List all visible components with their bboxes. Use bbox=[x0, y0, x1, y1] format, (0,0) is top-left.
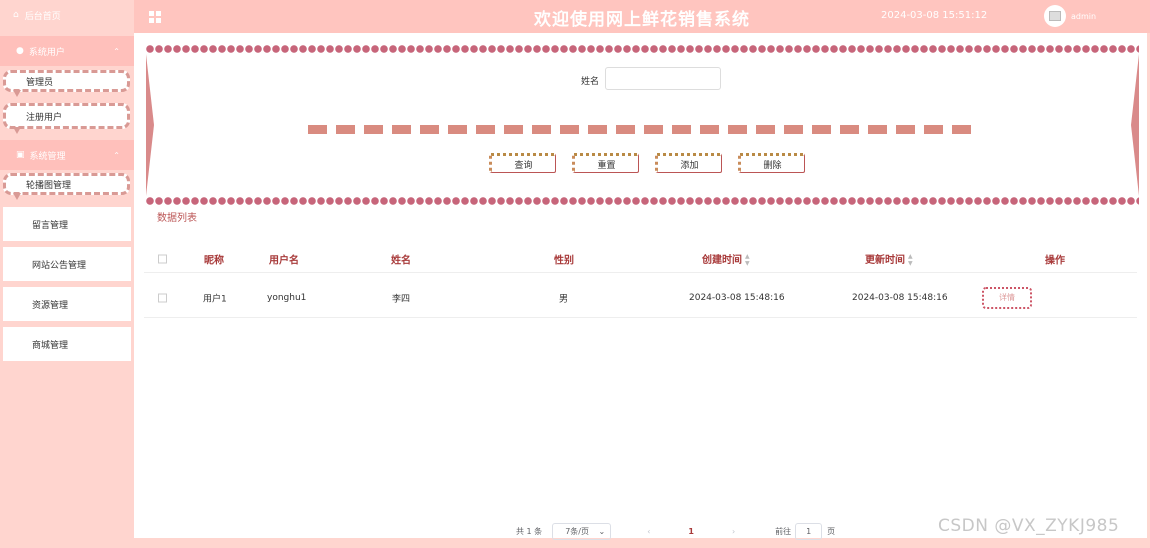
page-number-current[interactable]: 1 bbox=[688, 527, 694, 536]
sort-icon[interactable]: ▲ ▼ bbox=[908, 253, 913, 267]
sidebar-item-registered-users[interactable]: 注册用户 bbox=[3, 103, 130, 134]
decorative-border-left bbox=[146, 54, 154, 196]
header-username[interactable]: admin bbox=[1071, 12, 1096, 21]
page-size-value: 7条/页 bbox=[565, 526, 589, 536]
cell-gender: 男 bbox=[559, 294, 569, 304]
reset-button[interactable]: 重置 bbox=[572, 153, 639, 173]
sidebar-group-label: 系统用户 bbox=[28, 47, 65, 58]
row-checkbox[interactable] bbox=[158, 293, 167, 302]
sidebar-group-system-users[interactable]: ● 系统用户 ⌃ bbox=[0, 36, 134, 66]
main-content: 姓名 查询 重置 添加 删除 数据列表 昵称 用户名 姓名 性别 创建时间 ▲ ▼ … bbox=[134, 33, 1147, 540]
chevron-down-icon: ⌄ bbox=[598, 526, 606, 536]
pagination-total: 共 1 条 bbox=[516, 526, 543, 536]
search-panel: 姓名 查询 重置 添加 删除 bbox=[146, 44, 1139, 206]
page-suffix: 页 bbox=[827, 526, 836, 536]
next-page-button[interactable]: › bbox=[732, 527, 735, 536]
column-header-username: 用户名 bbox=[269, 255, 299, 266]
search-actions: 查询 重置 添加 删除 bbox=[489, 153, 805, 173]
delete-button[interactable]: 删除 bbox=[738, 153, 805, 173]
top-header: 欢迎使用网上鲜花销售系统 2024-03-08 15:51:12 admin bbox=[134, 0, 1150, 33]
header-datetime: 2024-03-08 15:51:12 bbox=[881, 10, 988, 21]
column-header-updated[interactable]: 更新时间 ▲ ▼ bbox=[865, 250, 913, 267]
add-button[interactable]: 添加 bbox=[655, 153, 722, 173]
avatar[interactable] bbox=[1044, 5, 1066, 27]
list-title: 数据列表 bbox=[157, 213, 197, 224]
name-search-input[interactable] bbox=[605, 67, 721, 90]
cell-updated: 2024-03-08 15:48:16 bbox=[852, 292, 948, 303]
prev-page-button[interactable]: ‹ bbox=[647, 527, 650, 536]
select-all-checkbox[interactable] bbox=[158, 254, 167, 263]
table-header: 昵称 用户名 姓名 性别 创建时间 ▲ ▼ 更新时间 ▲ ▼ 操作 bbox=[144, 245, 1137, 273]
decorative-border-top bbox=[146, 44, 1139, 54]
chevron-up-icon: ⌃ bbox=[113, 46, 120, 56]
table-row: 用户1 yonghu1 李四 男 2024-03-08 15:48:16 202… bbox=[144, 278, 1137, 318]
cell-created: 2024-03-08 15:48:16 bbox=[689, 292, 785, 303]
sidebar-item-label: 商城管理 bbox=[32, 340, 69, 351]
sidebar-item-label: 注册用户 bbox=[26, 112, 63, 123]
cell-name: 李四 bbox=[392, 294, 411, 304]
decorative-dash-divider bbox=[308, 125, 971, 134]
sort-icon[interactable]: ▲ ▼ bbox=[745, 253, 750, 267]
query-button[interactable]: 查询 bbox=[489, 153, 556, 173]
sidebar-item-label: 轮播图管理 bbox=[26, 180, 72, 191]
column-header-updated-label: 更新时间 bbox=[865, 254, 905, 266]
sidebar: ⌂ 后台首页 ● 系统用户 ⌃ 管理员 注册用户 ▣ 系统管理 ⌃ 轮播图管理 … bbox=[0, 0, 134, 548]
image-icon: ▣ bbox=[16, 150, 25, 160]
sidebar-item-messages[interactable]: 留言管理 bbox=[3, 207, 131, 241]
sidebar-group-system-management[interactable]: ▣ 系统管理 ⌃ bbox=[0, 140, 134, 170]
column-header-nickname: 昵称 bbox=[204, 255, 224, 266]
name-label: 姓名 bbox=[581, 77, 600, 87]
watermark: CSDN @VX_ZYKJ985 bbox=[938, 516, 1120, 536]
sidebar-home[interactable]: ⌂ 后台首页 bbox=[0, 0, 134, 30]
goto-page-input[interactable]: 1 bbox=[795, 522, 823, 540]
sidebar-item-announcements[interactable]: 网站公告管理 bbox=[3, 247, 131, 281]
column-header-gender: 性别 bbox=[554, 255, 574, 266]
sidebar-item-label: 留言管理 bbox=[32, 220, 69, 231]
sidebar-item-label: 网站公告管理 bbox=[32, 260, 87, 271]
decorative-border-right bbox=[1131, 54, 1139, 196]
goto-label: 前往 bbox=[775, 526, 792, 536]
cell-nickname: 用户1 bbox=[203, 294, 227, 304]
page-size-select[interactable]: 7条/页 ⌄ bbox=[552, 522, 612, 540]
grid-menu-icon[interactable] bbox=[149, 11, 161, 23]
detail-button[interactable]: 详情 bbox=[982, 286, 1032, 309]
sidebar-item-label: 资源管理 bbox=[32, 300, 69, 311]
sidebar-home-label: 后台首页 bbox=[24, 11, 61, 22]
sidebar-item-carousel[interactable]: 轮播图管理 bbox=[3, 173, 130, 200]
sidebar-item-admin[interactable]: 管理员 bbox=[3, 70, 130, 97]
page-title: 欢迎使用网上鲜花销售系统 bbox=[534, 10, 750, 30]
image-icon bbox=[1049, 11, 1061, 21]
user-icon: ● bbox=[16, 46, 24, 56]
chevron-up-icon: ⌃ bbox=[113, 150, 120, 160]
column-header-created[interactable]: 创建时间 ▲ ▼ bbox=[702, 250, 750, 267]
home-icon: ⌂ bbox=[13, 10, 19, 20]
cell-username: yonghu1 bbox=[267, 292, 307, 303]
sidebar-item-resources[interactable]: 资源管理 bbox=[3, 287, 131, 321]
column-header-actions: 操作 bbox=[1045, 255, 1065, 266]
decorative-border-bottom bbox=[146, 196, 1139, 206]
sidebar-item-label: 管理员 bbox=[26, 77, 54, 88]
column-header-created-label: 创建时间 bbox=[702, 254, 742, 266]
pagination: 共 1 条 7条/页 ⌄ ‹ 1 › 前往 1 页 bbox=[516, 522, 835, 540]
column-header-name: 姓名 bbox=[391, 255, 411, 266]
sidebar-item-mall[interactable]: 商城管理 bbox=[3, 327, 131, 361]
sidebar-group-label: 系统管理 bbox=[29, 151, 66, 162]
